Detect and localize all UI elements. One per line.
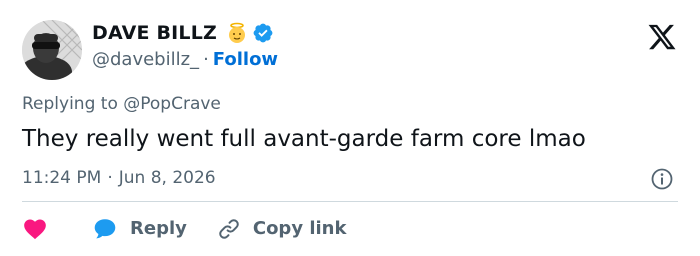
reply-label: Reply (130, 218, 187, 239)
tweet-time: 11:24 PM (22, 168, 102, 188)
display-name[interactable]: DAVE BILLZ (92, 22, 217, 44)
tweet-text: They really went full avant-garde farm c… (22, 126, 586, 152)
timestamp-separator: · (107, 168, 113, 188)
like-button[interactable] (22, 216, 48, 242)
replying-to-label: Replying to @PopCrave (22, 94, 221, 114)
angel-emoji-icon (226, 22, 248, 44)
author-handle-row: @davebillz_ · Follow (92, 49, 278, 71)
tweet-timestamp[interactable]: 11:24 PM · Jun 8, 2026 (22, 167, 216, 189)
x-logo-icon[interactable] (646, 22, 678, 52)
heart-icon (22, 216, 48, 242)
info-icon[interactable] (650, 167, 674, 191)
tweet-card: DAVE BILLZ @davebillz_ · Follow Replying… (0, 0, 700, 256)
user-handle[interactable]: @davebillz_ (92, 49, 199, 71)
author-name-row: DAVE BILLZ (92, 22, 274, 44)
copy-link-label: Copy link (252, 218, 347, 239)
follow-button[interactable]: Follow (213, 49, 278, 71)
verified-badge-icon (252, 22, 274, 44)
avatar[interactable] (22, 20, 82, 80)
divider (22, 201, 678, 202)
handle-separator: · (203, 49, 209, 70)
avatar-image (22, 20, 82, 80)
action-bar: Reply Copy link (22, 216, 346, 242)
tweet-date: Jun 8, 2026 (118, 168, 216, 188)
link-icon (217, 217, 241, 241)
reply-button[interactable]: Reply (92, 216, 187, 242)
reply-bubble-icon (92, 216, 118, 242)
copy-link-button[interactable]: Copy link (217, 216, 347, 242)
